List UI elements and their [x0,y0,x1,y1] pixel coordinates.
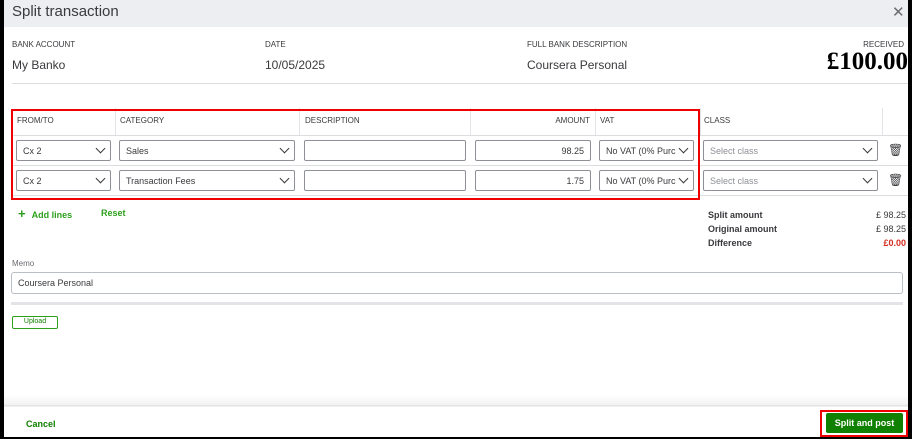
amount-input[interactable]: 1.75 [475,170,591,191]
vat-value: No VAT (0% Purc [606,145,676,156]
bank-account-value: My Banko [12,58,66,72]
trash-icon[interactable]: 🗑 [888,143,903,157]
header-class: CLASS [704,116,731,125]
category-value: Sales [126,145,149,156]
header-from-to: FROM/TO [17,116,54,125]
from-to-value: Cx 2 [23,145,42,156]
vat-value: No VAT (0% Purc [606,175,676,186]
received-amount: £100.00 [826,48,908,75]
amount-value: 1.75 [566,175,584,186]
trash-icon[interactable]: 🗑 [888,173,903,187]
full-bank-description-value: Coursera Personal [527,58,628,72]
cancel-button[interactable]: Cancel [26,419,56,429]
chevron-down-icon [279,173,290,184]
split-transaction-dialog: Split transaction ✕ BANK ACCOUNT My Bank… [4,0,908,437]
amount-input[interactable]: 98.25 [475,140,591,161]
chevron-down-icon [279,143,290,154]
date-label: DATE [265,40,286,49]
split-and-post-button[interactable]: Split and post [826,413,903,433]
chevron-down-icon [862,143,873,154]
description-input[interactable] [304,170,466,191]
header-amount: AMOUNT [555,116,590,125]
from-to-select[interactable]: Cx 2 [16,170,111,191]
split-amount-label: Split amount [708,210,763,220]
from-to-value: Cx 2 [23,175,42,186]
chevron-down-icon [95,173,106,184]
memo-input[interactable]: Coursera Personal [11,272,903,294]
header-description: DESCRIPTION [305,116,360,125]
vat-select[interactable]: No VAT (0% Purc [599,140,694,161]
category-select[interactable]: Transaction Fees [119,170,295,191]
split-amount-value: £ 98.25 [875,210,906,220]
full-bank-description-label: FULL BANK DESCRIPTION [527,40,628,49]
header-category: CATEGORY [120,116,165,125]
upload-button[interactable]: Upload [12,316,58,329]
chevron-down-icon [678,173,689,184]
difference-label: Difference [708,238,753,248]
category-select[interactable]: Sales [119,140,295,161]
from-to-select[interactable]: Cx 2 [16,140,111,161]
class-select[interactable]: Select class [703,170,878,191]
divider [12,83,908,84]
original-amount-label: Original amount [708,224,778,234]
plus-icon: + [18,206,26,221]
original-amount-value: £ 98.25 [875,224,906,234]
difference-value: £0.00 [883,238,906,248]
add-lines-button[interactable]: + Add lines [18,206,72,221]
dialog-header [4,0,908,27]
header-vat: VAT [600,116,615,125]
category-value: Transaction Fees [126,175,196,186]
date-value: 10/05/2025 [265,58,326,72]
chevron-down-icon [862,173,873,184]
bank-account-label: BANK ACCOUNT [12,40,76,49]
vat-select[interactable]: No VAT (0% Purc [599,170,694,191]
amount-value: 98.25 [561,145,584,156]
description-input[interactable] [304,140,466,161]
divider [11,302,903,305]
chevron-down-icon [678,143,689,154]
reset-button[interactable]: Reset [101,208,126,218]
chevron-down-icon [95,143,106,154]
dialog-title: Split transaction [12,3,119,20]
class-select[interactable]: Select class [703,140,878,161]
memo-label: Memo [12,259,35,268]
close-icon[interactable]: ✕ [892,3,905,21]
